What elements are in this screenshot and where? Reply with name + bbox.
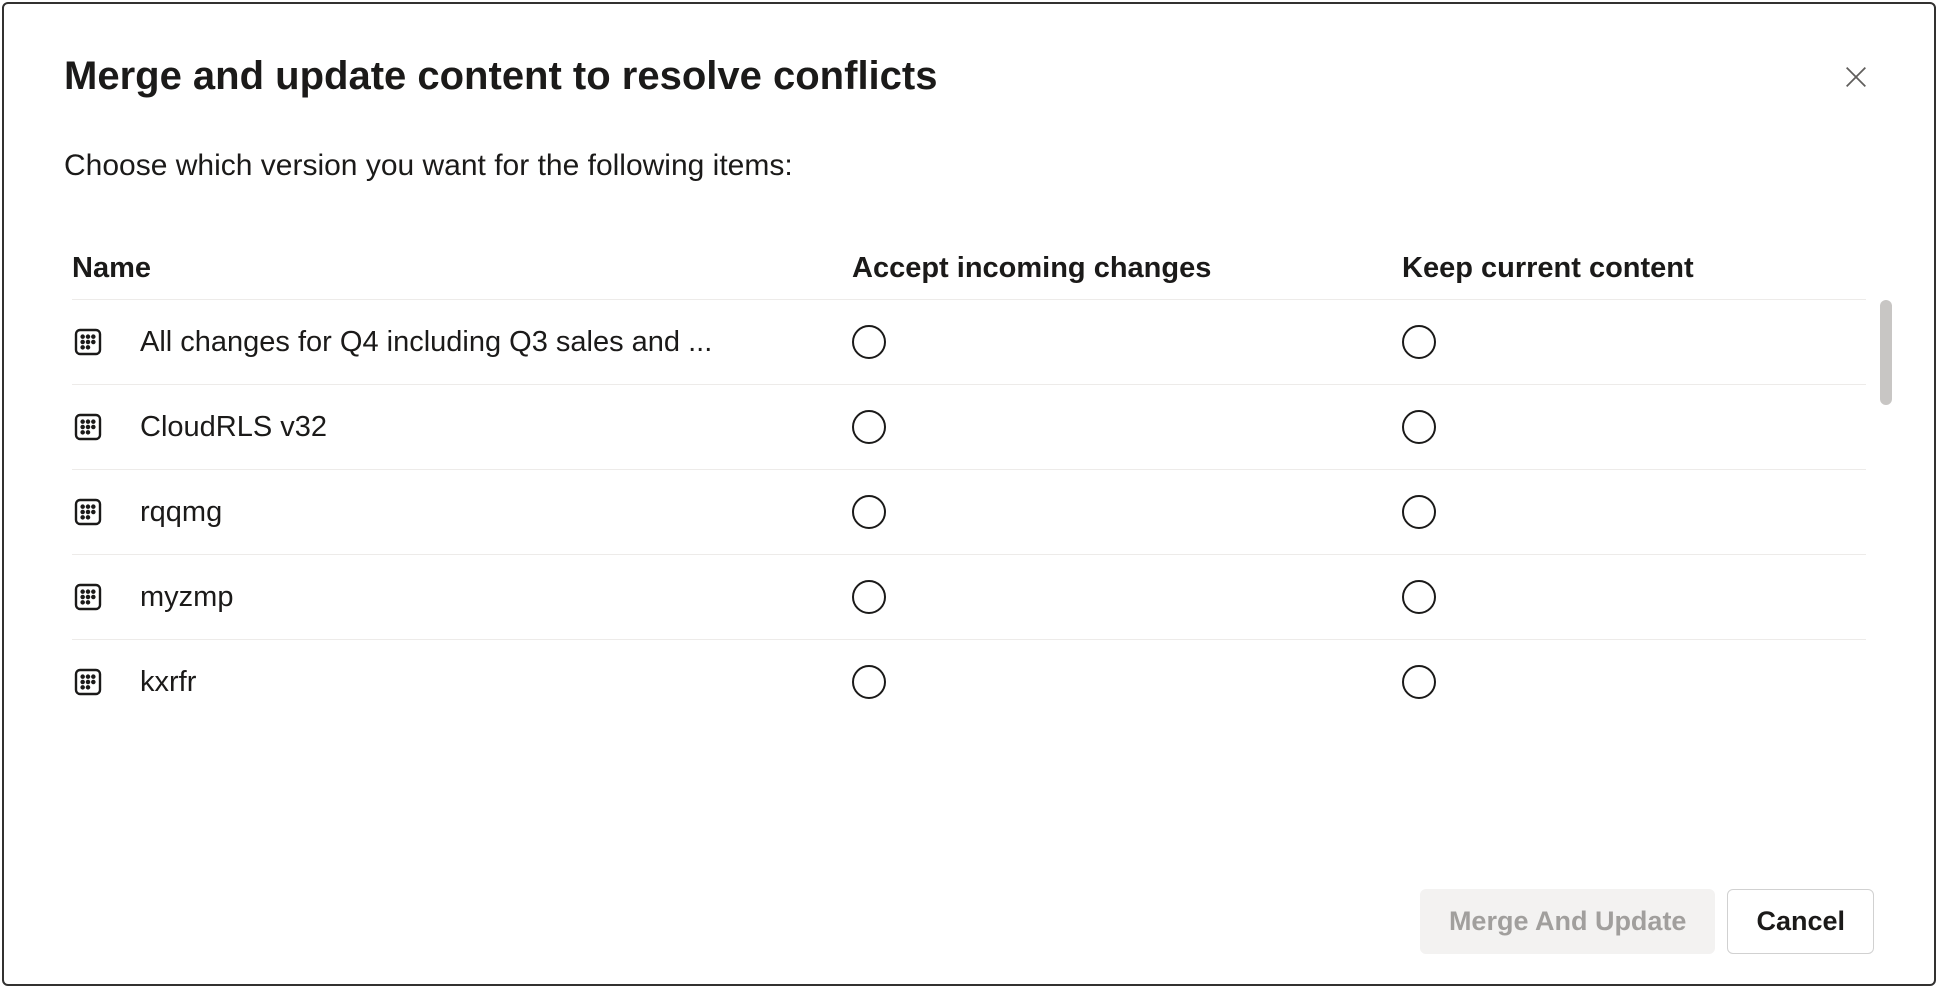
dialog-footer: Merge And Update Cancel [64,859,1874,954]
accept-radio[interactable] [852,665,886,699]
keep-radio[interactable] [1402,580,1436,614]
close-button[interactable] [1838,59,1874,95]
column-header-keep: Keep current content [1402,252,1866,285]
item-name: All changes for Q4 including Q3 sales an… [140,326,712,359]
semantic-model-icon [72,581,104,613]
merge-conflicts-dialog: Merge and update content to resolve conf… [2,2,1936,986]
list-row: kxrfr [72,640,1866,724]
list-row: rqqmg [72,470,1866,555]
semantic-model-icon [72,496,104,528]
list-row: myzmp [72,555,1866,640]
scrollbar-thumb[interactable] [1880,300,1892,405]
semantic-model-icon [72,666,104,698]
semantic-model-icon [72,326,104,358]
keep-radio[interactable] [1402,410,1436,444]
item-name: myzmp [140,581,233,614]
conflict-list: Name Accept incoming changes Keep curren… [64,238,1874,724]
dialog-title: Merge and update content to resolve conf… [64,54,1874,99]
item-name: kxrfr [140,666,196,699]
column-header-name: Name [72,252,852,285]
list-header: Name Accept incoming changes Keep curren… [72,238,1866,300]
accept-radio[interactable] [852,410,886,444]
keep-radio[interactable] [1402,495,1436,529]
item-name: CloudRLS v32 [140,411,327,444]
accept-radio[interactable] [852,495,886,529]
list-row: All changes for Q4 including Q3 sales an… [72,300,1866,385]
merge-and-update-button[interactable]: Merge And Update [1420,889,1716,954]
close-icon [1842,63,1870,91]
semantic-model-icon [72,411,104,443]
keep-radio[interactable] [1402,325,1436,359]
column-header-accept: Accept incoming changes [852,252,1402,285]
item-name: rqqmg [140,496,222,529]
cancel-button[interactable]: Cancel [1727,889,1874,954]
accept-radio[interactable] [852,580,886,614]
list-row: CloudRLS v32 [72,385,1866,470]
dialog-subtitle: Choose which version you want for the fo… [64,149,1874,183]
accept-radio[interactable] [852,325,886,359]
keep-radio[interactable] [1402,665,1436,699]
